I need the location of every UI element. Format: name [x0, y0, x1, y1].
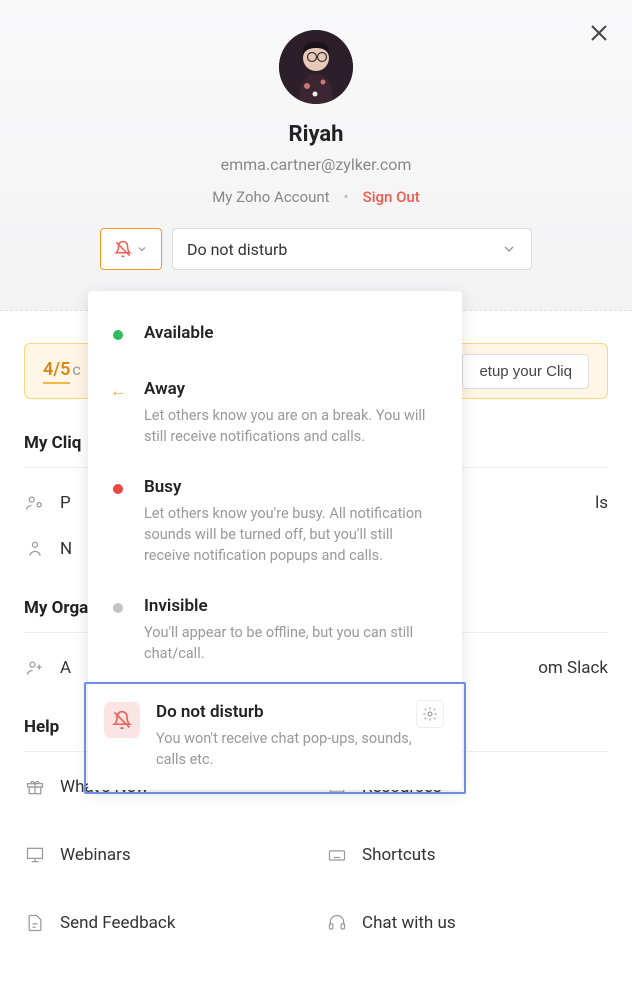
menu-item-label-right: om Slack — [538, 658, 608, 678]
setup-cliq-button[interactable]: etup your Cliq — [462, 354, 589, 389]
menu-item-label: N — [60, 539, 72, 559]
status-option-label: Available — [144, 323, 440, 343]
status-icon-button[interactable] — [100, 228, 162, 270]
bell-slash-icon — [112, 710, 132, 730]
gift-icon — [24, 776, 46, 798]
help-chat[interactable]: Chat with us — [326, 904, 608, 942]
status-dot-invisible — [110, 600, 126, 616]
my-account-link[interactable]: My Zoho Account — [212, 188, 329, 206]
help-webinars[interactable]: Webinars — [24, 836, 306, 874]
help-shortcuts[interactable]: Shortcuts — [326, 836, 608, 874]
status-select-label: Do not disturb — [187, 240, 287, 259]
status-option-desc: You won't receive chat pop-ups, sounds, … — [156, 728, 442, 770]
menu-item-label: Shortcuts — [362, 845, 436, 865]
status-option-label: Away — [144, 379, 440, 399]
person-icon — [24, 538, 46, 560]
account-links-row: My Zoho Account • Sign Out — [20, 188, 612, 206]
status-option-label: Invisible — [144, 596, 440, 616]
status-option-label: Busy — [144, 477, 440, 497]
setup-progress-count: 4/5 — [43, 359, 70, 384]
profile-header: Riyah emma.cartner@zylker.com My Zoho Ac… — [0, 0, 632, 311]
status-option-desc: Let others know you are on a break. You … — [144, 405, 440, 447]
profile-modal: Riyah emma.cartner@zylker.com My Zoho Ac… — [0, 0, 632, 1006]
keyboard-icon — [326, 844, 348, 866]
chevron-down-icon — [136, 243, 148, 255]
user-name: Riyah — [20, 122, 612, 147]
status-select[interactable]: Do not disturb — [172, 228, 532, 270]
chevron-down-icon — [501, 241, 517, 257]
menu-item-label: A — [60, 658, 71, 678]
status-option-label: Do not disturb — [156, 702, 442, 722]
status-option-available[interactable]: Available — [88, 311, 462, 367]
sign-out-link[interactable]: Sign Out — [363, 188, 420, 206]
avatar[interactable] — [279, 30, 353, 104]
user-email: emma.cartner@zylker.com — [20, 155, 612, 174]
close-icon — [590, 24, 608, 42]
status-controls: Do not disturb — [20, 228, 612, 270]
status-option-busy[interactable]: Busy Let others know you're busy. All no… — [88, 465, 462, 584]
menu-item-label: P — [60, 493, 71, 513]
help-menu: What's New Resources Webinars Shortcuts — [24, 768, 608, 942]
dnd-icon-box — [104, 702, 140, 738]
headset-icon — [326, 912, 348, 934]
status-option-desc: You'll appear to be offline, but you can… — [144, 622, 440, 664]
bell-slash-icon — [114, 240, 132, 258]
people-gear-icon — [24, 492, 46, 514]
menu-item-label: Send Feedback — [60, 913, 175, 933]
status-dot-available — [110, 327, 126, 343]
person-plus-icon — [24, 657, 46, 679]
menu-item-label-right: ls — [595, 493, 608, 513]
separator-dot: • — [344, 188, 349, 206]
close-button[interactable] — [590, 20, 608, 48]
status-dropdown: Available ← Away Let others know you are… — [88, 291, 462, 790]
status-option-invisible[interactable]: Invisible You'll appear to be offline, b… — [88, 584, 462, 682]
status-option-desc: Let others know you're busy. All notific… — [144, 503, 440, 566]
setup-progress-text: c — [72, 360, 80, 379]
status-option-away[interactable]: ← Away Let others know you are on a brea… — [88, 367, 462, 465]
presentation-icon — [24, 844, 46, 866]
help-feedback[interactable]: Send Feedback — [24, 904, 306, 942]
dnd-settings-button[interactable] — [416, 700, 444, 728]
menu-item-label: Chat with us — [362, 913, 456, 933]
status-option-dnd[interactable]: Do not disturb You won't receive chat po… — [84, 682, 466, 794]
status-dot-busy — [110, 481, 126, 497]
menu-item-label: Webinars — [60, 845, 131, 865]
gear-icon — [422, 706, 438, 722]
document-edit-icon — [24, 912, 46, 934]
away-arrow-icon: ← — [110, 383, 126, 399]
